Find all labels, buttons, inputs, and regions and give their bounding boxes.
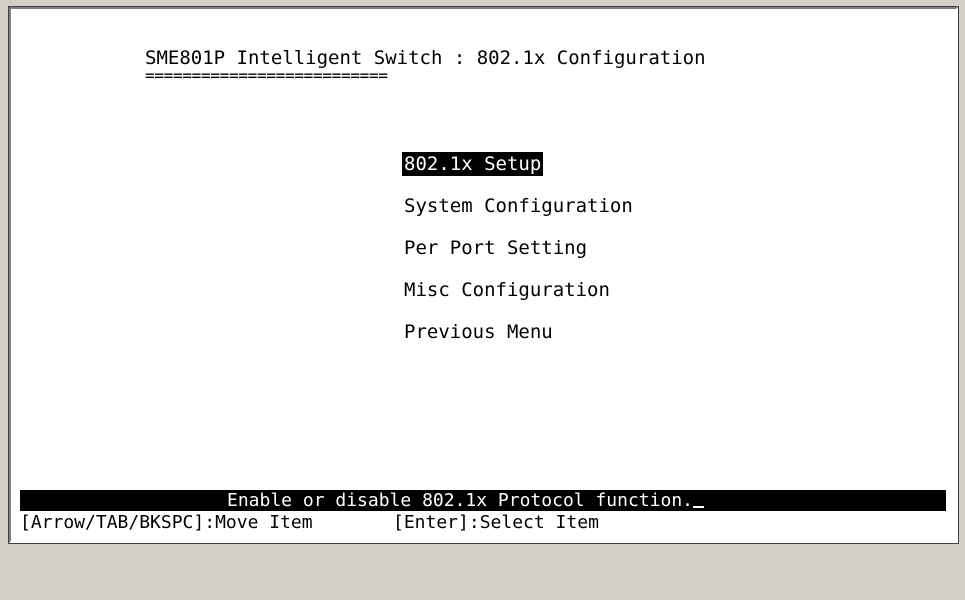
status-bar: Enable or disable 802.1x Protocol functi… xyxy=(20,490,946,511)
menu-item-previous-menu[interactable]: Previous Menu xyxy=(402,320,635,344)
help-navigation: [Arrow/TAB/BKSPC]:Move Item xyxy=(20,512,313,533)
menu-item-misc-configuration[interactable]: Misc Configuration xyxy=(402,278,635,302)
status-message-line: Enable or disable 802.1x Protocol functi… xyxy=(227,490,704,511)
menu-item-system-configuration[interactable]: System Configuration xyxy=(402,194,635,218)
config-menu: 802.1x Setup System Configuration Per Po… xyxy=(402,152,635,362)
help-bar: [Arrow/TAB/BKSPC]:Move Item [Enter]:Sele… xyxy=(20,512,946,534)
menu-item-8021x-setup[interactable]: 802.1x Setup xyxy=(402,152,544,176)
status-message: Enable or disable 802.1x Protocol functi… xyxy=(227,490,693,511)
title-underline: ========================== xyxy=(145,66,388,85)
help-select: [Enter]:Select Item xyxy=(393,512,599,533)
terminal-window: SME801P Intelligent Switch : 802.1x Conf… xyxy=(0,0,965,549)
text-cursor xyxy=(693,506,704,508)
terminal-screen: SME801P Intelligent Switch : 802.1x Conf… xyxy=(8,6,959,544)
menu-item-per-port-setting[interactable]: Per Port Setting xyxy=(402,236,635,260)
